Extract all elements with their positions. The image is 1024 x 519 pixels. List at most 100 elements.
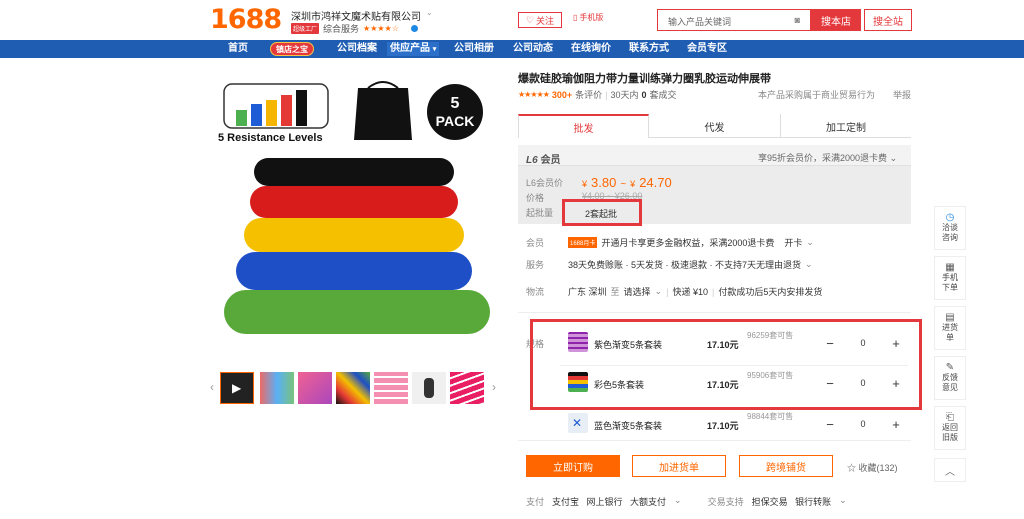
company-name[interactable]: 深圳市鸿祥文魔术贴有限公司 xyxy=(291,8,421,23)
trade-methods: 担保交易 银行转账 xyxy=(751,497,832,507)
thumbnail-7[interactable] xyxy=(450,372,484,404)
back-to-top-button[interactable]: ︿ xyxy=(934,458,966,482)
divider: | xyxy=(666,286,669,297)
member-level: L6 会员 xyxy=(526,151,560,166)
nav-contact[interactable]: 联系方式 xyxy=(629,42,669,56)
factory-badge: 超级工厂 xyxy=(291,23,320,34)
sku-stock: 98844套可售 xyxy=(747,412,794,421)
level-code: L6 xyxy=(526,155,538,166)
minus-button[interactable]: − xyxy=(820,414,840,434)
band-red xyxy=(250,186,458,218)
thumbnail-video[interactable]: ▶ xyxy=(220,372,254,404)
phone-icon: ▯ xyxy=(573,13,578,22)
nav-special[interactable]: 镇店之宝 xyxy=(270,42,314,56)
nav-supply-label: 供应产品 xyxy=(390,43,430,54)
quantity-input[interactable]: 0 xyxy=(860,419,865,429)
heart-icon: ♡ xyxy=(525,14,535,25)
nav-home[interactable]: 首页 xyxy=(228,42,248,56)
tab-dropship[interactable]: 代发 xyxy=(649,114,780,138)
camera-icon[interactable]: ◙ xyxy=(795,15,800,25)
phone-label: 手机 下单 xyxy=(942,273,958,292)
service-row[interactable]: 38天免费赊账 · 5天发货 · 极速退款 · 不支持7天无理由退货 ⌄ xyxy=(568,258,813,271)
add-cart-button[interactable]: 加进货单 xyxy=(632,455,726,477)
tab-wholesale[interactable]: 批发 xyxy=(518,114,649,138)
search-store-button[interactable]: 搜本店 xyxy=(811,9,861,31)
nav-archive[interactable]: 公司档案 xyxy=(337,42,377,56)
report-link[interactable]: 举报 xyxy=(893,88,911,101)
review-count[interactable]: 300+ xyxy=(552,90,572,100)
to-word: 至 xyxy=(610,287,620,297)
trade-note: 本产品采购属于商业贸易行为 xyxy=(758,90,876,100)
search-all-button[interactable]: 搜全站 xyxy=(864,9,912,31)
feedback-label: 反馈 意见 xyxy=(942,373,958,392)
nav-supply[interactable]: 供应产品 ▾ xyxy=(387,42,440,56)
destination-select[interactable]: 请选择 xyxy=(624,285,651,298)
favorite-count: 收藏(132) xyxy=(858,463,898,473)
tab-custom[interactable]: 加工定制 xyxy=(780,114,911,138)
return-icon: ⎗ xyxy=(946,412,954,423)
sku-name: 蓝色渐变5条套装 xyxy=(594,421,663,431)
thumbnail-2[interactable] xyxy=(260,372,294,404)
ship-note: 付款成功后5天内安排发货 xyxy=(718,287,823,297)
product-title: 爆款硅胶瑜伽阻力带力量训练弹力圈乳胶运动伸展带 xyxy=(518,73,771,85)
site-logo[interactable]: 1688 xyxy=(210,4,282,35)
payment-methods: 支付宝 网上银行 大额支付 xyxy=(552,497,667,507)
ship-from: 广东 深圳 xyxy=(568,287,607,297)
sku-thumbnail[interactable]: ✕ xyxy=(568,413,588,433)
phone-order-button[interactable]: ▦ 手机 下单 xyxy=(934,256,966,300)
member-price-label: L6会员价 xyxy=(526,178,564,188)
open-card-link[interactable]: 开卡 xyxy=(784,236,802,249)
band-blue xyxy=(236,252,472,290)
play-icon: ▶ xyxy=(232,381,242,395)
mobile-label: 手机版 xyxy=(579,13,604,22)
member-text: 开通月卡享更多金融权益，采满2000退卡费 xyxy=(601,238,775,248)
old-version-button[interactable]: ⎗ 返回 旧版 xyxy=(934,406,966,450)
service-label: 综合服务 xyxy=(323,24,360,34)
currency: ¥ xyxy=(630,179,636,189)
thumbnail-6[interactable] xyxy=(412,372,446,404)
nav-news[interactable]: 公司动态 xyxy=(513,42,553,56)
thumbnail-4[interactable] xyxy=(336,372,370,404)
member-promo[interactable]: 享95折会员价，采满2000退卡费 ⌄ xyxy=(758,151,897,164)
nav-inquiry[interactable]: 在线询价 xyxy=(571,42,611,56)
chevron-down-icon[interactable]: ⌄ xyxy=(674,495,682,508)
sales-count: 0 xyxy=(641,89,647,100)
sku-highlight-box xyxy=(530,319,922,410)
plus-button[interactable]: + xyxy=(886,414,906,434)
trade-label: 交易支持 xyxy=(707,497,744,507)
price-low: 3.80 xyxy=(591,175,617,190)
sku-price: 17.10元 xyxy=(707,421,739,431)
chevron-down-icon: ▾ xyxy=(432,46,437,53)
quantity-stepper: − 0 + xyxy=(820,413,906,435)
band-black xyxy=(254,158,454,186)
pack-badge xyxy=(427,84,483,140)
product-main-image[interactable]: 5 Resistance Levels 5 PACK xyxy=(208,62,508,362)
nav-member[interactable]: 会员专区 xyxy=(687,42,727,56)
feedback-button[interactable]: ✎ 反馈 意见 xyxy=(934,356,966,400)
search-input[interactable]: 输入产品关键词 ◙ xyxy=(657,9,811,31)
price-label: 价格 xyxy=(526,193,545,203)
mobile-link[interactable]: ▯ 手机版 xyxy=(573,12,603,23)
tab-bar: 批发 代发 加工定制 xyxy=(518,114,911,138)
thumbnail-3[interactable] xyxy=(298,372,332,404)
chevron-right-icon[interactable]: › xyxy=(492,380,496,394)
order-now-button[interactable]: 立即订购 xyxy=(526,455,620,477)
chat-button[interactable]: ◷ 洽谈 咨询 xyxy=(934,206,966,250)
search-placeholder: 输入产品关键词 xyxy=(668,17,732,27)
thumbnail-5[interactable] xyxy=(374,372,408,404)
nav-album[interactable]: 公司相册 xyxy=(454,42,494,56)
chevron-down-icon[interactable]: ⌄ xyxy=(426,8,433,17)
cart-side-button[interactable]: ▤ 进货 单 xyxy=(934,306,966,350)
company-meta: 超级工厂 综合服务 ★★★★☆ xyxy=(291,22,418,35)
chevron-down-icon[interactable]: ⌄ xyxy=(655,286,663,297)
chevron-down-icon[interactable]: ⌄ xyxy=(839,495,847,508)
follow-button[interactable]: ♡ 关注 xyxy=(518,12,562,28)
thumbnail-strip: ‹ ▶ › xyxy=(208,368,508,408)
chevron-left-icon[interactable]: ‹ xyxy=(210,380,214,394)
member-price: ¥3.80 ~ ¥24.70 xyxy=(582,175,672,190)
old-label: 返回 旧版 xyxy=(942,423,958,442)
cross-border-button[interactable]: 跨境铺货 xyxy=(739,455,833,477)
pack-word: PACK xyxy=(436,113,475,129)
favorite-button[interactable]: ☆ 收藏(132) xyxy=(847,461,898,474)
rating-row: ★★★★★ 300+ 条评价 | 30天内 0 套成交 xyxy=(518,88,677,101)
